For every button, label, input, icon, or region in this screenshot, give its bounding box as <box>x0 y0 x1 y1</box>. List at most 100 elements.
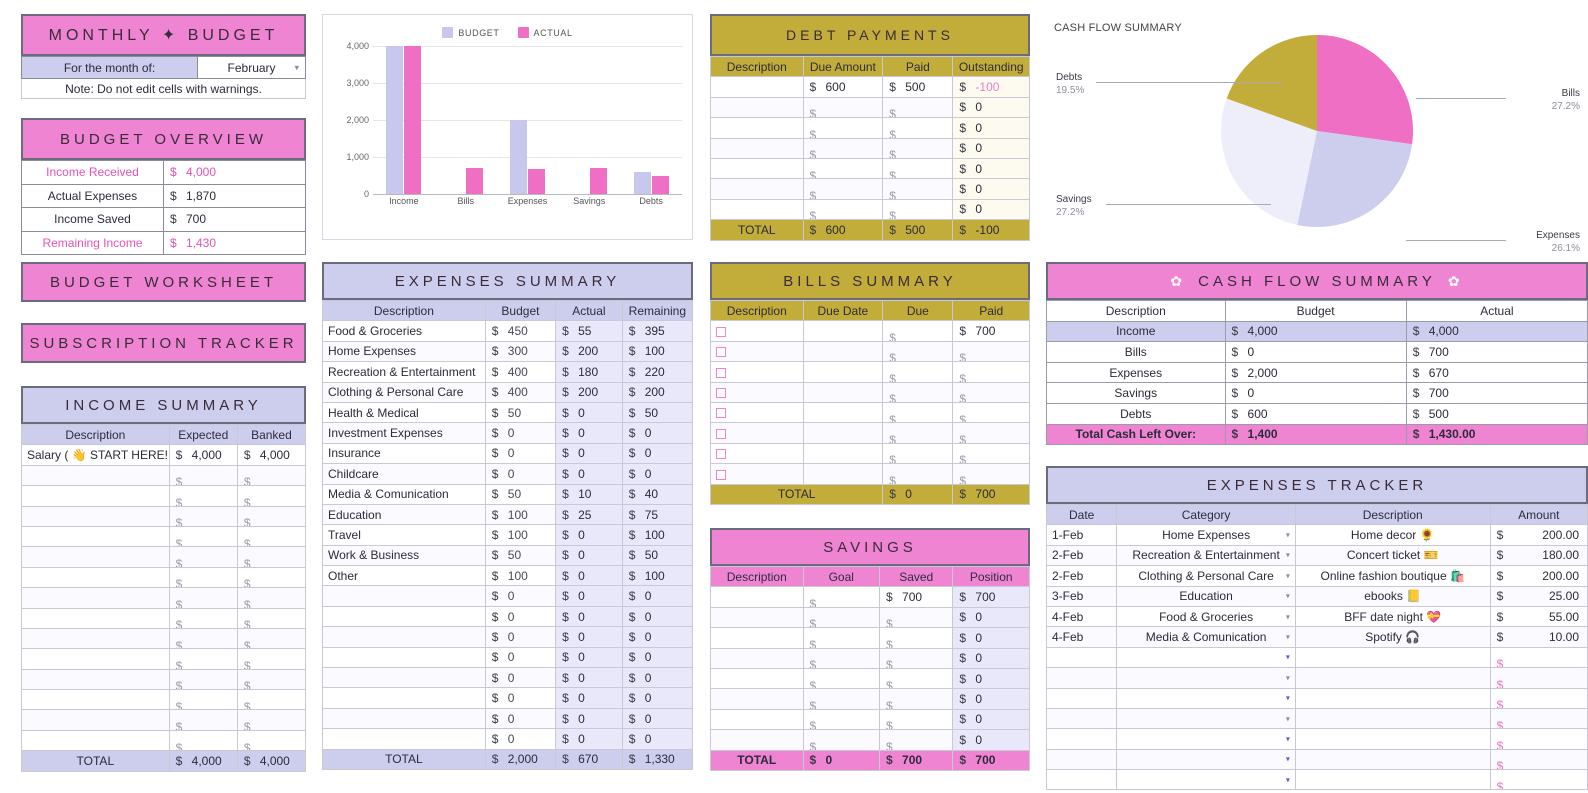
category-select[interactable]: Media & Comunication ▾ <box>1116 626 1296 648</box>
cell-amount[interactable]: $ <box>168 546 238 568</box>
cell-description[interactable]: ebooks 📒 <box>1294 585 1491 607</box>
bill-paid-checkbox[interactable] <box>716 326 726 337</box>
cell-description[interactable]: Work & Business <box>322 544 486 567</box>
cell-description[interactable]: Salary ( 👋 START HERE! ) <box>21 444 170 466</box>
cell-amount[interactable]: $0 <box>1224 382 1407 404</box>
category-select[interactable]: Clothing & Personal Care ▾ <box>1116 565 1296 587</box>
cell-description[interactable]: Spotify 🎧 <box>1294 626 1491 648</box>
cell-amount[interactable]: $ <box>236 607 307 629</box>
cell-date[interactable] <box>1045 748 1118 771</box>
cell-description[interactable] <box>710 401 804 424</box>
cell-amount[interactable]: $0 <box>621 442 694 465</box>
cell-amount[interactable]: $500 <box>882 76 954 98</box>
cell-amount[interactable]: $0 <box>621 728 694 750</box>
cell-amount[interactable]: $200 <box>555 381 623 403</box>
cell-amount[interactable]: $0 <box>621 667 694 689</box>
cell-description[interactable] <box>21 485 170 507</box>
cell-description[interactable] <box>21 729 170 752</box>
cell-amount[interactable]: $25.00 <box>1489 585 1588 607</box>
cell-amount[interactable]: $0 <box>555 707 623 730</box>
cell-amount[interactable]: $100 <box>621 565 694 587</box>
cell-description[interactable] <box>21 709 170 731</box>
cell-description[interactable] <box>21 627 170 650</box>
cell-amount[interactable]: $600 <box>1224 402 1407 425</box>
cell-description[interactable] <box>710 137 804 159</box>
cell-amount[interactable]: $ <box>802 708 881 731</box>
cell-amount[interactable]: $ <box>236 525 307 548</box>
cell-amount[interactable]: $2,000 <box>1224 361 1407 384</box>
cell-amount[interactable]: $0 <box>952 117 1030 139</box>
category-select[interactable]: Food & Groceries ▾ <box>1116 605 1296 628</box>
cell-amount[interactable]: $0 <box>952 157 1030 180</box>
cell-description[interactable] <box>21 689 170 711</box>
cell-amount[interactable]: $ <box>802 137 884 159</box>
category-select[interactable]: ▾ <box>1116 728 1296 750</box>
cell-amount[interactable]: $600 <box>802 76 884 98</box>
cell-amount[interactable]: $ <box>802 117 884 139</box>
cell-amount[interactable]: $ <box>236 627 307 650</box>
cell-amount[interactable]: $0 <box>952 627 1030 649</box>
cell-amount[interactable]: $50 <box>484 544 557 567</box>
cell-amount[interactable]: $ <box>1489 707 1588 730</box>
cell-amount[interactable]: $0 <box>952 137 1030 159</box>
cell-description[interactable] <box>1294 646 1491 669</box>
cell-due-date[interactable] <box>802 422 884 444</box>
cell-amount[interactable]: $ <box>952 401 1030 424</box>
cell-amount[interactable]: $100 <box>621 340 694 363</box>
chevron-down-icon[interactable]: ▾ <box>1286 755 1290 764</box>
cell-amount[interactable]: $ <box>236 505 307 527</box>
cell-description[interactable] <box>322 605 486 628</box>
cell-amount[interactable]: $0 <box>621 422 694 444</box>
category-select[interactable]: Education ▾ <box>1116 585 1296 607</box>
cell-amount[interactable]: $0 <box>555 626 623 648</box>
bill-paid-checkbox[interactable] <box>716 388 726 399</box>
cell-amount[interactable]: $ <box>1489 667 1588 689</box>
cell-amount[interactable]: $ <box>952 442 1030 465</box>
chevron-down-icon[interactable]: ▾ <box>1286 633 1290 642</box>
cell-amount[interactable]: $0 <box>484 442 557 465</box>
cell-amount[interactable]: $700 <box>952 483 1030 505</box>
cell-description[interactable] <box>1294 707 1491 730</box>
cell-description[interactable]: Recreation & Entertainment <box>322 361 486 383</box>
cell-description[interactable] <box>710 76 804 98</box>
cell-amount[interactable]: $ <box>882 340 954 363</box>
cell-description[interactable] <box>710 442 804 465</box>
cell-amount[interactable]: $ <box>952 361 1030 383</box>
cell-amount[interactable]: $ -100 <box>952 76 1030 98</box>
cell-description[interactable] <box>710 157 804 180</box>
cell-amount[interactable]: $50 <box>484 483 557 505</box>
cell-due-date[interactable] <box>802 381 884 403</box>
cell-amount[interactable]: $0 <box>484 463 557 485</box>
cell-amount[interactable]: $0 <box>621 626 694 648</box>
budget-worksheet-button[interactable]: BUDGET WORKSHEET <box>21 262 306 302</box>
cell-amount[interactable]: $ <box>1489 728 1588 750</box>
cell-date[interactable]: 4-Feb <box>1045 626 1118 648</box>
overview-amount[interactable]: $700 <box>163 207 306 232</box>
cell-due-date[interactable] <box>802 340 884 363</box>
cell-amount[interactable]: $4,000 <box>1405 320 1588 343</box>
cell-date[interactable] <box>1045 728 1118 750</box>
bill-paid-checkbox[interactable] <box>716 367 726 378</box>
cell-amount[interactable]: $4,000 <box>168 444 238 466</box>
cell-amount[interactable]: $ <box>882 178 954 200</box>
cell-description[interactable]: Travel <box>322 524 486 546</box>
cell-amount[interactable]: $ <box>168 648 238 670</box>
cell-description[interactable] <box>21 648 170 670</box>
cell-amount[interactable]: $ <box>802 586 881 608</box>
cell-amount[interactable]: $700 <box>879 586 954 608</box>
cell-description[interactable] <box>710 96 804 119</box>
category-select[interactable]: ▾ <box>1116 667 1296 689</box>
cell-description[interactable] <box>21 668 170 691</box>
cell-amount[interactable]: $ -100 <box>952 219 1030 241</box>
category-select[interactable]: ▾ <box>1116 769 1296 791</box>
cell-description[interactable] <box>710 340 804 363</box>
cell-amount[interactable]: $0 <box>952 729 1030 751</box>
cell-amount[interactable]: $500 <box>1405 402 1588 425</box>
cell-description[interactable] <box>710 627 804 649</box>
cell-amount[interactable]: $ <box>879 606 954 629</box>
cell-description[interactable] <box>322 626 486 648</box>
cell-amount[interactable]: $670 <box>555 748 623 770</box>
cell-description[interactable] <box>710 117 804 139</box>
cell-amount[interactable]: $ <box>882 442 954 465</box>
cell-amount[interactable]: $ <box>882 198 954 221</box>
